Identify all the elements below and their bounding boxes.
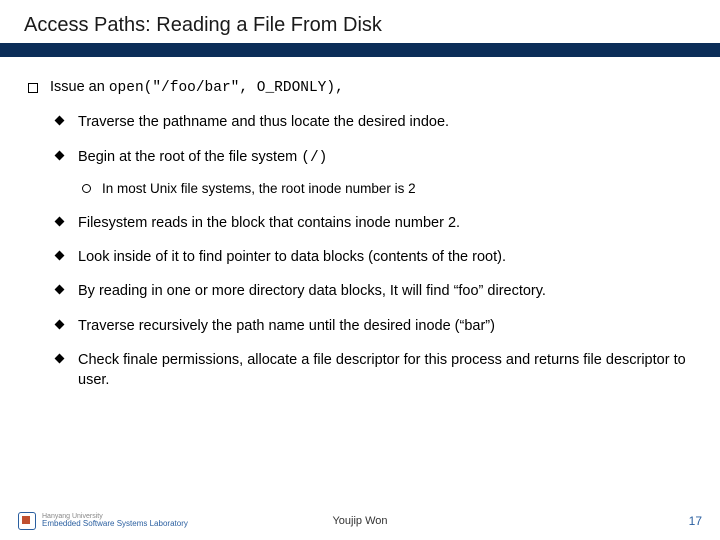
level2-item: Filesystem reads in the block that conta… <box>56 213 692 233</box>
slide-footer: Hanyang University Embedded Software Sys… <box>0 508 720 534</box>
level3-item: In most Unix file systems, the root inod… <box>82 180 692 199</box>
level2-item: By reading in one or more directory data… <box>56 281 692 301</box>
bullet-code: (/) <box>301 150 327 166</box>
footer-org-text: Hanyang University Embedded Software Sys… <box>42 513 188 529</box>
bullet-text: Look inside of it to find pointer to dat… <box>78 249 506 265</box>
diamond-bullet-icon <box>55 116 65 126</box>
diamond-bullet-icon <box>55 150 65 160</box>
logo-icon <box>18 512 36 530</box>
bullet-text: By reading in one or more directory data… <box>78 283 546 299</box>
bullet-text: Filesystem reads in the block that conta… <box>78 215 460 231</box>
level2-item: Check finale permissions, allocate a fil… <box>56 350 692 391</box>
slide-title: Access Paths: Reading a File From Disk <box>24 14 720 37</box>
footer-logo: Hanyang University Embedded Software Sys… <box>18 512 188 530</box>
diamond-bullet-icon <box>55 251 65 261</box>
page-number: 17 <box>689 514 702 528</box>
issue-code: open("/foo/bar", O_RDONLY), <box>109 80 344 96</box>
bullet-text: Traverse recursively the path name until… <box>78 318 495 334</box>
subbullet-text: In most Unix file systems, the root inod… <box>102 181 416 196</box>
level2-item: Traverse recursively the path name until… <box>56 316 692 336</box>
slide-body: Issue an open("/foo/bar", O_RDONLY), Tra… <box>0 57 720 391</box>
footer-author: Youjip Won <box>332 515 387 527</box>
level2-item: Begin at the root of the file system (/) <box>56 147 692 168</box>
level2-item: Look inside of it to find pointer to dat… <box>56 247 692 267</box>
title-underline-bar <box>0 43 720 57</box>
level2-item: Traverse the pathname and thus locate th… <box>56 112 692 132</box>
issue-text: Issue an <box>50 79 109 95</box>
bullet-text: Begin at the root of the file system <box>78 149 301 165</box>
footer-org-line2: Embedded Software Systems Laboratory <box>42 520 188 528</box>
diamond-bullet-icon <box>55 285 65 295</box>
diamond-bullet-icon <box>55 216 65 226</box>
diamond-bullet-icon <box>55 354 65 364</box>
bullet-text: Traverse the pathname and thus locate th… <box>78 114 449 130</box>
level1-item: Issue an open("/foo/bar", O_RDONLY), <box>28 77 692 98</box>
bullet-text: Check finale permissions, allocate a fil… <box>78 352 686 388</box>
diamond-bullet-icon <box>55 319 65 329</box>
